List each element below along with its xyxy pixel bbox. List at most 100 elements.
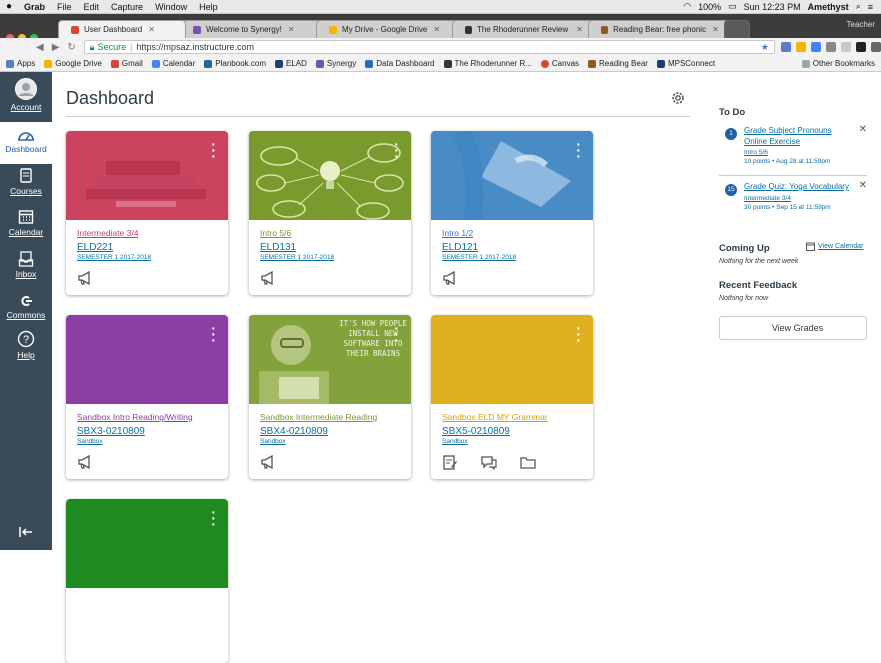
extension-icon[interactable] [796,42,806,52]
course-card[interactable]: · · · Intro 5/6 ELD131 SEMESTER 1 2017-201… [249,131,411,295]
search-icon[interactable]: ⌕ [856,1,861,12]
notification-icon[interactable]: ≡ [868,2,873,12]
menu-window[interactable]: Window [149,2,193,12]
files-folder-icon[interactable] [520,455,536,470]
card-options-icon[interactable]: · · · [576,137,581,163]
bookmark-reading-bear[interactable]: Reading Bear [588,59,648,68]
reload-icon[interactable]: ↻ [67,42,75,53]
nav-dashboard[interactable]: Dashboard [0,122,52,164]
profile-name[interactable]: Teacher [847,20,875,29]
course-term[interactable]: Sandbox [77,438,103,445]
course-code[interactable]: ELD131 [260,242,296,253]
bookmark-elad[interactable]: ELAD [274,59,307,68]
course-code[interactable]: ELD221 [77,242,113,253]
view-grades-button[interactable]: View Grades [719,316,867,340]
course-term[interactable]: Sandbox [442,438,468,445]
bookmark-rhoderunner[interactable]: The Rhoderunner R... [443,59,532,68]
menu-app-name[interactable]: Grab [18,2,51,12]
course-card-hero[interactable]: · · · [66,499,228,588]
user-name[interactable]: Amethyst [808,2,849,12]
tab-google-drive[interactable]: My Drive - Google Drive ✕ [316,20,458,38]
forward-icon[interactable]: ▶ [52,42,60,53]
course-term[interactable]: SEMESTER 1 2017-2018 [442,254,516,261]
bookmark-star-icon[interactable]: ★ [761,42,769,53]
course-code[interactable]: ELD121 [442,242,478,253]
bookmark-canvas[interactable]: Canvas [540,59,579,68]
card-options-icon[interactable]: · · · [576,321,581,347]
view-calendar-link[interactable]: View Calendar [806,242,863,251]
course-title[interactable]: Sandbox Intermediate Reading [260,412,377,422]
menu-help[interactable]: Help [193,2,224,12]
tab-rhoderunner[interactable]: The Rhoderunner Review – W ✕ [452,20,594,38]
tab-reading-bear[interactable]: Reading Bear: free phonics & ✕ [588,20,730,38]
new-tab-button[interactable] [724,20,750,38]
todo-item[interactable]: 1 Grade Subject Pronouns Online Exercise… [719,124,867,172]
course-title[interactable]: Intro 5/6 [260,228,291,238]
menu-capture[interactable]: Capture [105,2,149,12]
course-title[interactable]: Intermediate 3/4 [77,228,138,238]
extension-icon[interactable] [841,42,851,52]
course-card[interactable]: IT'S HOW PEOPLE INSTALL NEW SOFTWARE INT… [249,315,411,479]
bookmark-google-drive[interactable]: Google Drive [44,59,102,68]
announcements-icon[interactable] [260,455,276,469]
extension-icon[interactable] [826,42,836,52]
menu-file[interactable]: File [51,2,78,12]
card-options-icon[interactable]: · · · [394,137,399,163]
course-code[interactable]: SBX3-0210809 [77,426,145,437]
course-card-hero[interactable]: · · · [66,315,228,404]
announcements-icon[interactable] [77,271,93,285]
course-title[interactable]: Sandbox ELD MY Grammar [442,412,548,422]
address-bar[interactable]: 🔒︎ Secure | https://mpsaz.instructure.co… [83,40,775,54]
course-card-hero[interactable]: IT'S HOW PEOPLE INSTALL NEW SOFTWARE INT… [249,315,411,404]
tab-close-icon[interactable]: ✕ [148,25,155,34]
wifi-icon[interactable]: ◠ [683,1,691,12]
course-card[interactable]: · · · Sandbox ELD MY Grammar SBX5-0210809 … [431,315,593,479]
todo-title[interactable]: Grade Subject Pronouns Online Exercise [744,126,854,147]
bookmark-planbook[interactable]: Planbook.com [204,59,266,68]
dashboard-options-gear-icon[interactable] [670,90,686,106]
course-card-hero[interactable]: · · · [249,131,411,220]
assignments-icon[interactable] [442,455,458,470]
course-card-hero[interactable]: · · · [66,131,228,220]
nav-commons[interactable]: Commons [0,294,52,328]
card-options-icon[interactable]: · · · [394,321,399,347]
course-card[interactable]: · · · Intermediate 3/4 ELD221 SEMESTER 1 2… [66,131,228,295]
nav-calendar[interactable]: Calendar [0,209,52,243]
todo-course[interactable]: Intermediate 3/4 [744,195,854,202]
announcements-icon[interactable] [77,455,93,469]
course-card[interactable]: · · · Intro 1/2 ELD121 SEMESTER 1 2017-201… [431,131,593,295]
card-options-icon[interactable]: · · · [211,321,216,347]
course-code[interactable]: SBX4-0210809 [260,426,328,437]
battery-icon[interactable]: ▭ [728,1,737,12]
nav-help[interactable]: ? Help [0,330,52,364]
bookmark-synergy[interactable]: Synergy [315,59,356,68]
todo-course[interactable]: Intro 5/6 [744,149,854,156]
extension-icon[interactable] [781,42,791,52]
nav-inbox[interactable]: Inbox [0,251,52,285]
course-term[interactable]: SEMESTER 1 2017-2018 [77,254,151,261]
course-card[interactable]: · · · [66,499,228,663]
dismiss-todo-icon[interactable]: ✕ [859,124,867,135]
announcements-icon[interactable] [260,271,276,285]
course-title[interactable]: Sandbox Intro Reading/Writing [77,412,193,422]
bookmark-apps[interactable]: Apps [6,59,35,68]
course-code[interactable]: SBX5-0210809 [442,426,510,437]
tab-close-icon[interactable]: ✕ [433,25,440,34]
other-bookmarks[interactable]: Other Bookmarks [801,59,875,68]
tab-close-icon[interactable]: ✕ [712,25,719,34]
nav-courses[interactable]: Courses [0,168,52,202]
clock[interactable]: Sun 12:23 PM [744,2,801,12]
discussions-icon[interactable] [481,455,497,470]
course-card-hero[interactable]: · · · [431,315,593,404]
menu-icon[interactable] [871,42,881,52]
back-icon[interactable]: ◀ [36,42,44,53]
collapse-nav-button[interactable] [0,526,52,544]
card-options-icon[interactable]: · · · [211,137,216,163]
course-card-hero[interactable]: · · · [431,131,593,221]
bookmark-calendar[interactable]: Calendar [151,59,195,68]
apple-icon[interactable]: ● [0,1,18,12]
bookmark-gmail[interactable]: Gmail [110,59,143,68]
bookmark-data-dashboard[interactable]: Data Dashboard [365,59,435,68]
todo-title[interactable]: Grade Quiz: Yoga Vocabulary [744,182,854,193]
course-card[interactable]: · · · Sandbox Intro Reading/Writing SBX3-0… [66,315,228,479]
